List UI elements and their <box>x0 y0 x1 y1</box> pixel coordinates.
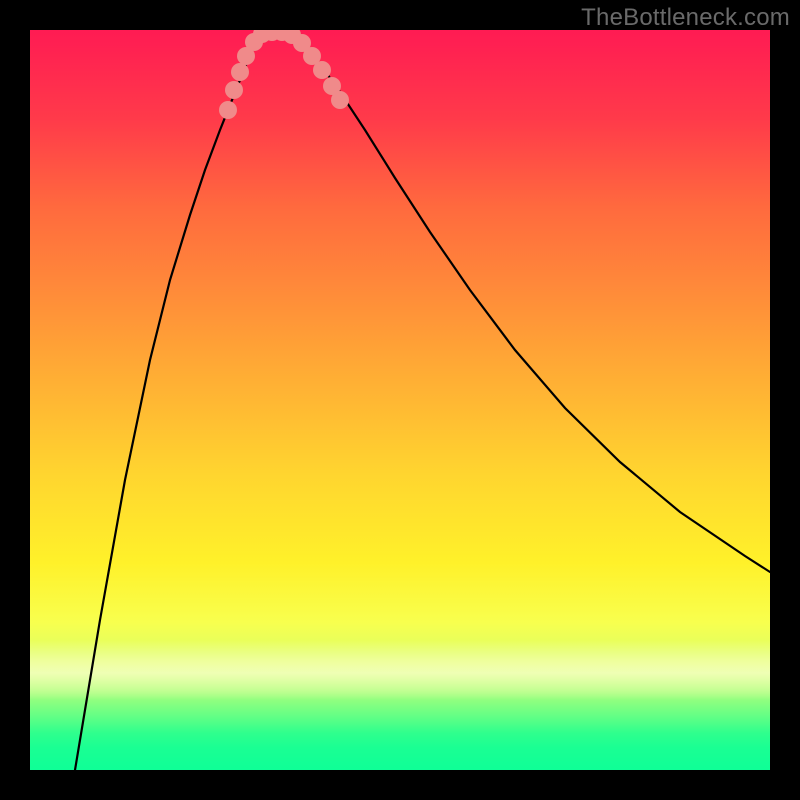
highlight-band <box>30 640 770 700</box>
highlight-dot <box>231 63 249 81</box>
highlight-dot <box>313 61 331 79</box>
highlight-dot <box>225 81 243 99</box>
highlight-dot <box>331 91 349 109</box>
highlight-dot <box>237 47 255 65</box>
highlight-dot <box>283 30 301 44</box>
chart-frame: TheBottleneck.com <box>0 0 800 800</box>
highlight-dot <box>219 101 237 119</box>
plot-area <box>30 30 770 770</box>
highlight-dot <box>245 33 263 51</box>
watermark-text: TheBottleneck.com <box>581 4 790 32</box>
highlight-dot <box>253 30 271 43</box>
highlight-dot <box>303 47 321 65</box>
highlight-dot <box>263 30 281 41</box>
highlight-dot <box>293 34 311 52</box>
highlight-dots <box>219 30 349 119</box>
highlight-dot <box>273 30 291 41</box>
curve-layer <box>30 30 770 770</box>
highlight-dot <box>323 77 341 95</box>
bottleneck-curve <box>75 32 770 770</box>
